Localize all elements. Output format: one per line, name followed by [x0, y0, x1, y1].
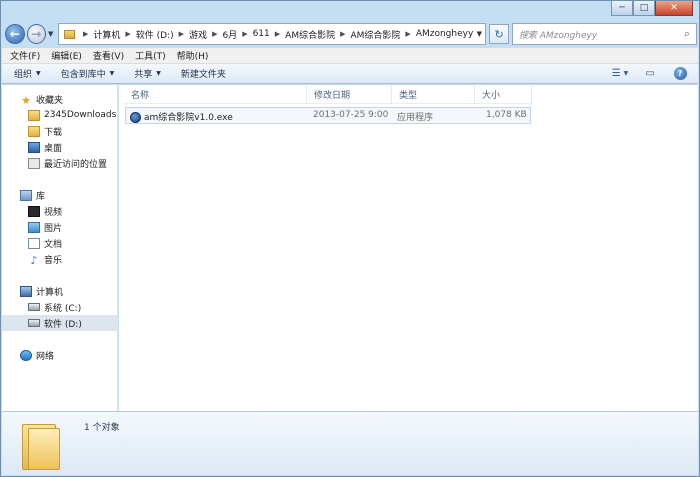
folder-icon [22, 418, 60, 470]
view-controls: ☰ ▼ ▭ ? [598, 66, 688, 80]
video-icon [28, 205, 40, 217]
sidebar-item-drive-c[interactable]: 系统 (C:) [2, 299, 118, 315]
computer-icon [20, 285, 32, 297]
library-icon [20, 189, 32, 201]
network-icon [20, 349, 32, 361]
close-button[interactable]: ✕ [655, 1, 693, 16]
chevron-down-icon: ▼ [156, 70, 161, 77]
minimize-button[interactable]: ─ [611, 1, 633, 16]
drive-icon [28, 303, 40, 311]
music-note-icon: ♪ [30, 253, 38, 267]
sidebar-item-drive-d[interactable]: 软件 (D:) [2, 315, 118, 331]
address-dropdown-icon[interactable]: ▼ [473, 30, 485, 38]
downloads-folder-icon [28, 125, 40, 137]
breadcrumb-item[interactable]: 6月 ▶ [222, 28, 252, 41]
breadcrumb-item[interactable]: AMzongheyy [416, 29, 473, 39]
desktop-icon [28, 141, 40, 153]
sidebar-item-pictures[interactable]: 图片 [2, 219, 118, 235]
sidebar-item-2345downloads[interactable]: 2345Downloads [2, 107, 118, 123]
menu-help[interactable]: 帮助(H) [177, 49, 209, 62]
view-options-icon: ☰ [611, 67, 621, 79]
column-header-size[interactable]: 大小 [475, 85, 532, 103]
search-icon: ⌕ [683, 27, 690, 40]
breadcrumb-item[interactable]: 软件 (D:) ▶ [136, 28, 189, 41]
menu-bar: 文件(F) 编辑(E) 查看(V) 工具(T) 帮助(H) [2, 48, 698, 64]
sidebar-item-downloads[interactable]: 下载 [2, 123, 118, 139]
file-row[interactable]: am综合影院v1.0.exe 2013-07-25 9:00 应用程序 1,07… [125, 107, 531, 124]
sidebar-group-computer[interactable]: 计算机 [2, 283, 118, 299]
forward-button[interactable]: → [26, 24, 46, 44]
help-icon: ? [673, 66, 687, 80]
sidebar-group-favorites[interactable]: ★ 收藏夹 [2, 91, 118, 107]
search-placeholder: 搜索 AMzongheyy [518, 30, 598, 41]
maximize-button[interactable]: □ [633, 1, 655, 16]
sidebar-item-recent-places[interactable]: 最近访问的位置 [2, 155, 118, 171]
preview-pane-button[interactable]: ▭ [642, 66, 658, 80]
change-view-button[interactable]: ☰ ▼ [611, 66, 629, 80]
menu-file[interactable]: 文件(F) [10, 49, 40, 62]
breadcrumb-item[interactable]: AM综合影院 ▶ [285, 28, 350, 41]
address-bar[interactable]: ▶ 计算机 ▶ 软件 (D:) ▶ 游戏 ▶ 6月 ▶ 611 ▶ AM综合影院 ▶ AM综… [58, 23, 487, 45]
folder-icon [64, 29, 75, 39]
chevron-down-icon: ▼ [36, 70, 41, 77]
item-count: 1 个对象 [84, 423, 120, 433]
explorer-window: ─ □ ✕ ← → ▼ ▶ 计算机 ▶ 软件 (D:) ▶ 游戏 ▶ 6月 ▶ 611 ▶… [0, 0, 700, 477]
include-in-library-button[interactable]: 包含到库中 ▼ [61, 67, 115, 80]
chevron-down-icon: ▼ [623, 69, 629, 77]
menu-tools[interactable]: 工具(T) [135, 49, 166, 62]
drive-icon [28, 319, 40, 327]
command-bar: 组织 ▼ 包含到库中 ▼ 共享 ▼ 新建文件夹 ☰ ▼ ▭ ? [2, 64, 698, 84]
sidebar-group-network[interactable]: 网络 [2, 347, 118, 363]
arrow-right-icon: → [31, 27, 42, 41]
navigation-bar: ← → ▼ ▶ 计算机 ▶ 软件 (D:) ▶ 游戏 ▶ 6月 ▶ 611 ▶ AM综合影… [5, 20, 697, 48]
folder-icon [28, 109, 40, 121]
column-header-divider [124, 103, 532, 104]
menu-view[interactable]: 查看(V) [93, 49, 124, 62]
column-header-type[interactable]: 类型 [392, 85, 475, 103]
sidebar-item-videos[interactable]: 视频 [2, 203, 118, 219]
column-header-name[interactable]: 名称 [124, 85, 307, 103]
breadcrumb-root-chevron[interactable]: ▶ [78, 30, 93, 38]
file-size: 1,078 KB [486, 110, 527, 120]
breadcrumb-item[interactable]: AM综合影院 ▶ [350, 28, 415, 41]
new-folder-button[interactable]: 新建文件夹 [181, 67, 226, 80]
application-icon [130, 112, 141, 123]
chevron-down-icon: ▼ [109, 70, 115, 77]
refresh-button[interactable]: ↻ [489, 24, 509, 44]
back-button[interactable]: ← [5, 24, 25, 44]
navigation-pane: ★ 收藏夹 2345Downloads 下载 桌面 最近访问的位置 库 视频 图片… [2, 85, 118, 411]
sidebar-group-libraries[interactable]: 库 [2, 187, 118, 203]
breadcrumb-item[interactable]: 游戏 ▶ [189, 28, 222, 41]
menu-edit[interactable]: 编辑(E) [51, 49, 82, 62]
pictures-icon [28, 221, 40, 233]
search-input[interactable]: 搜索 AMzongheyy ⌕ [511, 23, 697, 45]
breadcrumb-item[interactable]: 计算机 ▶ [93, 28, 135, 41]
share-button[interactable]: 共享 ▼ [134, 67, 161, 80]
preview-pane-icon: ▭ [645, 67, 655, 79]
organize-button[interactable]: 组织 ▼ [14, 67, 41, 80]
recent-pages-dropdown[interactable]: ▼ [48, 30, 53, 38]
refresh-icon: ↻ [494, 27, 504, 41]
file-list: 名称 修改日期 类型 大小 am综合影院v1.0.exe 2013-07-25 … [119, 85, 698, 411]
help-button[interactable]: ? [672, 66, 688, 80]
breadcrumb-item[interactable]: 611 ▶ [253, 29, 286, 39]
file-name: am综合影院v1.0.exe [144, 113, 233, 123]
sidebar-item-desktop[interactable]: 桌面 [2, 139, 118, 155]
star-icon: ★ [21, 93, 31, 107]
window-controls: ─ □ ✕ [611, 1, 693, 16]
sidebar-item-music[interactable]: ♪ 音乐 [2, 251, 118, 267]
sidebar-item-documents[interactable]: 文档 [2, 235, 118, 251]
details-pane: 1 个对象 [2, 411, 698, 475]
arrow-left-icon: ← [9, 27, 20, 41]
column-header-date[interactable]: 修改日期 [307, 85, 392, 103]
recent-places-icon [28, 157, 40, 169]
file-type: 应用程序 [397, 113, 434, 123]
documents-icon [28, 237, 40, 249]
file-date: 2013-07-25 9:00 [313, 110, 389, 120]
